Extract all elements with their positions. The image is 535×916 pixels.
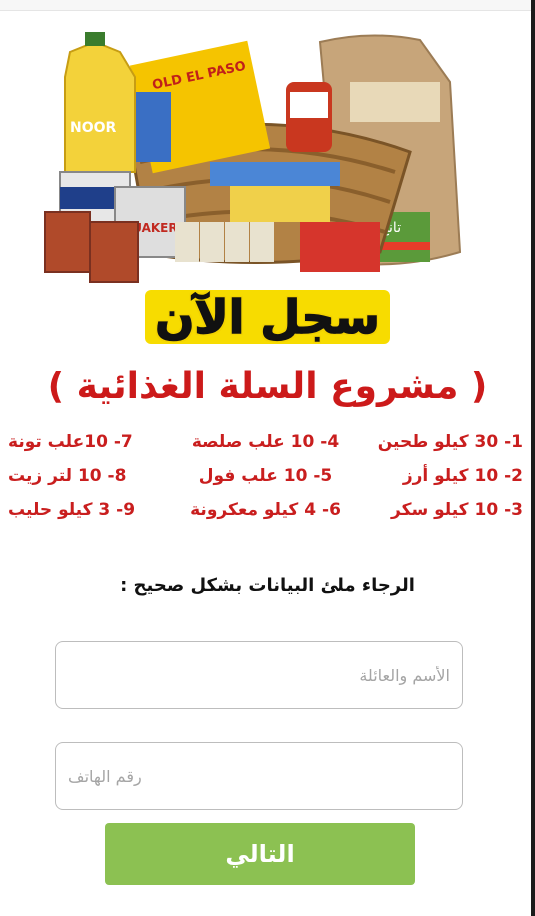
item-tuna: 7- 10علب تونة bbox=[8, 432, 133, 452]
item-oil: 8- 10 لتر زيت bbox=[8, 466, 127, 486]
item-rice: 2- 10 كيلو أرز bbox=[402, 466, 523, 486]
item-flour: 1- 30 كيلو طحين bbox=[377, 432, 523, 452]
page-subheadline: ( مشروع السلة الغذائية ) bbox=[47, 366, 488, 407]
phone-number-input[interactable] bbox=[55, 742, 463, 810]
full-name-input[interactable] bbox=[55, 641, 463, 709]
item-sugar: 3- 10 كيلو سكر bbox=[391, 500, 523, 520]
page-headline: سجل الآن bbox=[0, 289, 535, 345]
item-beans: 5- 10 علب فول bbox=[198, 466, 333, 486]
next-button[interactable]: التالي bbox=[105, 823, 415, 885]
form-prompt: الرجاء ملئ البيانات بشكل صحيح : bbox=[120, 575, 415, 596]
browser-top-bar bbox=[0, 0, 535, 11]
item-pasta: 6- 4 كيلو معكرونة bbox=[190, 500, 341, 520]
item-tomato-paste: 4- 10 علب صلصة bbox=[191, 432, 340, 452]
headline-text: سجل الآن bbox=[145, 289, 390, 345]
basket-items-list: 1- 30 كيلو طحين 4- 10 علب صلصة 7- 10علب … bbox=[8, 432, 523, 520]
screen-edge bbox=[531, 0, 535, 916]
noor-label: NOOR bbox=[70, 120, 117, 136]
food-basket-image: تانج OLD EL PASO NOOR QUAKER bbox=[44, 32, 462, 283]
item-milk: 9- 3 كيلو حليب bbox=[8, 500, 136, 520]
